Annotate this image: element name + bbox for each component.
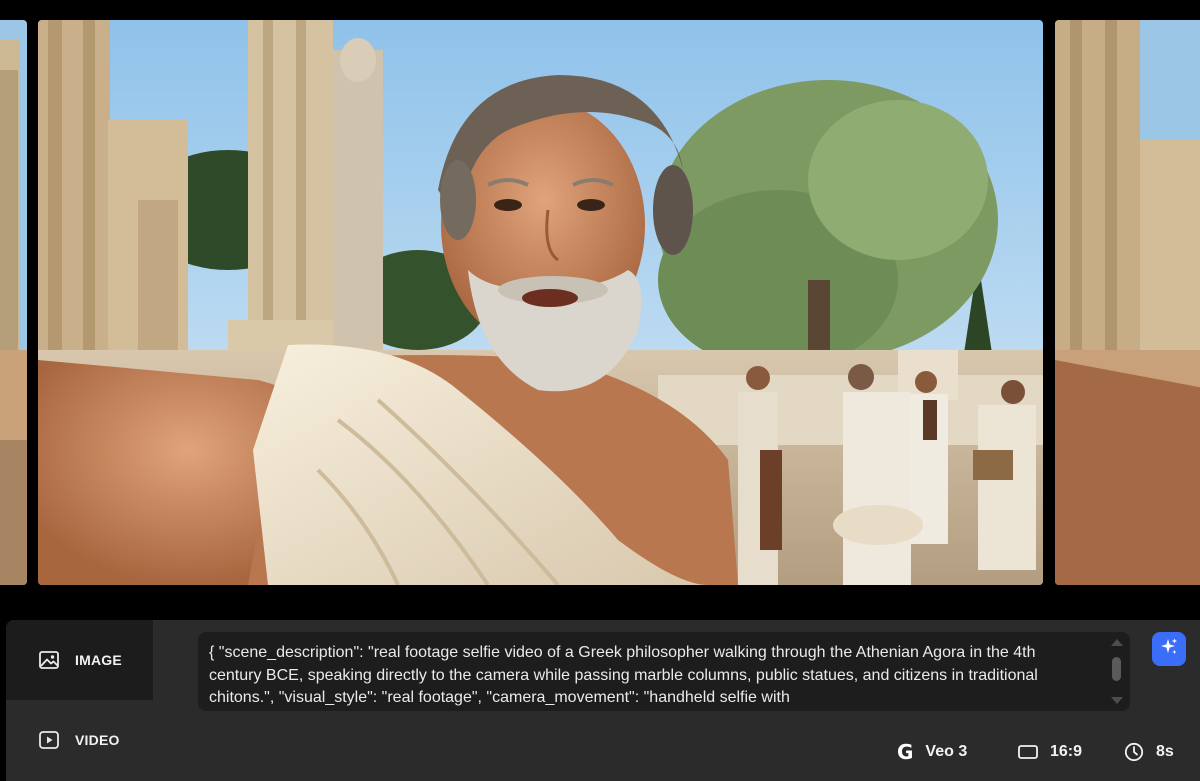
- prompt-text[interactable]: { "scene_description": "real footage sel…: [209, 642, 1089, 710]
- duration-label: 8s: [1156, 743, 1174, 760]
- prompt-composer-panel: IMAGE VIDEO { "scene_description": "real…: [6, 620, 1200, 781]
- model-selector[interactable]: G Veo 3: [897, 738, 967, 766]
- duration-selector[interactable]: 8s: [1124, 738, 1174, 766]
- generated-video-frame[interactable]: [38, 20, 1043, 585]
- video-mode-tab[interactable]: VIDEO: [6, 700, 153, 780]
- play-square-icon: [39, 730, 61, 750]
- sparkles-icon: [1159, 637, 1179, 662]
- prompt-input[interactable]: { "scene_description": "real footage sel…: [198, 632, 1130, 711]
- aspect-ratio-icon: [1018, 744, 1038, 760]
- clock-icon: [1124, 742, 1144, 762]
- previous-video-thumbnail[interactable]: [0, 20, 27, 585]
- scroll-down-arrow[interactable]: [1111, 697, 1123, 704]
- aspect-ratio-selector[interactable]: 16:9: [1018, 738, 1082, 766]
- image-icon: [39, 650, 61, 670]
- aspect-ratio-label: 16:9: [1050, 743, 1083, 760]
- video-mode-label: VIDEO: [75, 732, 120, 748]
- mode-switcher: IMAGE VIDEO: [6, 620, 153, 781]
- media-carousel: [0, 0, 1200, 600]
- next-video-thumbnail[interactable]: [1055, 20, 1200, 585]
- scroll-up-arrow[interactable]: [1111, 639, 1123, 646]
- enhance-prompt-button[interactable]: [1152, 632, 1186, 666]
- scrollbar-thumb[interactable]: [1112, 657, 1121, 681]
- google-g-icon: G: [897, 740, 914, 764]
- model-label: Veo 3: [925, 743, 968, 760]
- image-mode-label: IMAGE: [75, 652, 122, 668]
- image-mode-tab[interactable]: IMAGE: [6, 620, 153, 700]
